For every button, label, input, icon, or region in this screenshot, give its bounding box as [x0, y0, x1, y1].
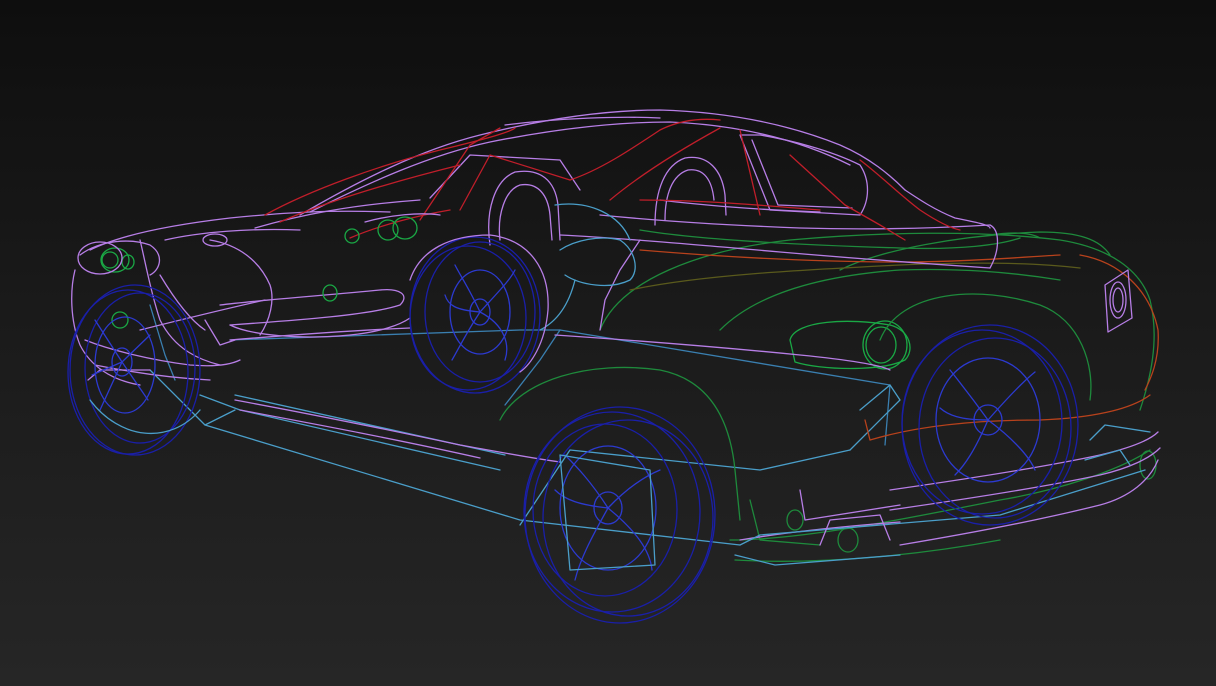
wheel-rear-right — [879, 293, 1092, 526]
wheel-front-right — [409, 234, 549, 394]
front-lights-group — [77, 213, 441, 329]
interior-group — [488, 134, 869, 331]
car-wireframe-model[interactable] — [0, 0, 1216, 686]
rear-body-group — [499, 229, 1159, 562]
3d-viewport[interactable] — [0, 0, 1216, 686]
wheel-rear-left — [523, 406, 716, 624]
windows-group — [264, 118, 961, 241]
tail-lights-group — [786, 269, 1157, 553]
